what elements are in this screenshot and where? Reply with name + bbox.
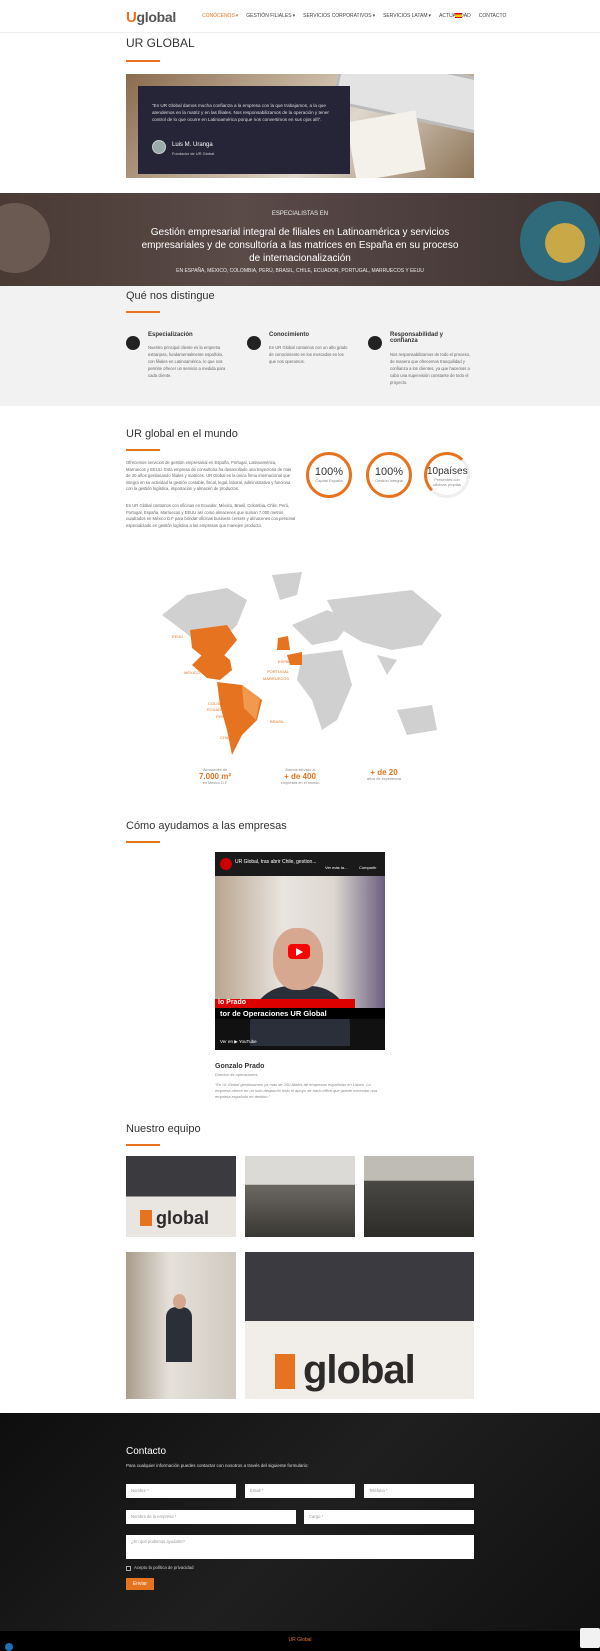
contact-section [0,1413,600,1631]
hero-image: “En UR Global damos mucha confianza a la… [126,74,474,178]
map-label: MÉXICO [184,670,200,675]
map-label: MARRUECOS [263,676,290,681]
name-field[interactable]: Nombre * [126,1484,236,1498]
footer-brand: UR Global [288,1637,312,1643]
chevron-down-icon: ▾ [428,13,432,19]
phone-field[interactable]: Teléfono * [364,1484,474,1498]
map-label: EEUU [172,634,184,639]
world-map [162,572,442,755]
channel-avatar[interactable] [220,858,232,870]
stat-circle-management: 100% Gestión integral [366,452,412,498]
company-field[interactable]: Nombre de la empresa * [126,1510,296,1524]
message-field[interactable]: ¿En qué podemos ayudarte? [126,1535,474,1559]
logo-mark-icon [275,1354,295,1389]
founder-name: Luis M. Uranga [172,142,213,148]
feature-title: Responsabilidad y confianza [390,332,444,344]
share-button[interactable]: Compartir [359,865,377,870]
world-paragraph-2: En UR Global contamos con oficinas en Ec… [126,503,296,528]
feature-title: Conocimiento [269,332,309,338]
team-photo-office-1[interactable] [245,1156,355,1237]
founder-quote-box: “En UR Global damos mucha confianza a la… [138,86,350,174]
contact-title: Contacto [126,1446,167,1457]
map-label: CHILE [220,735,232,740]
world-underline [126,449,160,451]
feature-text: En UR Global contamos con un alto grado … [269,345,348,364]
feature-title: Especialización [148,332,193,338]
person-role: Director de operaciones [215,1072,258,1077]
paper-illustration [346,110,426,178]
position-field[interactable]: Cargo * [304,1510,474,1524]
stat-warehouse: Almacenes de 7.000 m² en México D.F [198,768,232,785]
nav-item-gestion-filiales[interactable]: GESTIÓN FILIALES [246,13,291,19]
video-title[interactable]: UR Global, tras abrir Chile, gestion... [235,859,316,865]
person-name: Gonzalo Prado [215,1063,265,1070]
banner-countries: EN ESPAÑA, MÉXICO, COLOMBIA, PERÚ, BRASI… [176,268,424,274]
globe-icon [247,336,261,350]
team-photo-office-2[interactable] [364,1156,474,1237]
stat-circle-capital: 100% Capital España [306,452,352,498]
watch-later-button[interactable]: Ver más ta... [325,865,347,870]
map-label: BRASIL [270,719,285,724]
help-underline [126,841,160,843]
watch-on-youtube-link[interactable]: Ver en ▶ YouTube [220,1039,257,1045]
chevron-down-icon: ▾ [235,13,239,19]
feature-text: Nos responsabilizamos de todo el proceso… [390,352,471,385]
chevron-down-icon: ▾ [292,13,296,19]
accessibility-icon[interactable] [5,1643,13,1651]
feature-text: Nuestro principal cliente es la empresa … [148,345,226,378]
team-photo-desk[interactable] [126,1252,236,1399]
stat-years: + de 20 años de experiencia [367,768,401,781]
title-underline [126,60,160,62]
email-field[interactable]: Email * [245,1484,355,1498]
video-role-caption: tor de Operaciones UR Global [220,1009,327,1018]
founder-role: Fundador de UR Global [172,151,215,156]
banner-subtitle: ESPECIALISTAS EN [271,211,329,217]
privacy-label: Acepto la política de privacidad [134,1565,194,1570]
distinguish-underline [126,311,160,313]
help-title: Cómo ayudamos a las empresas [126,820,287,832]
site-header: Uglobal CONÓCENOS ▾ GESTIÓN FILIALES ▾ SER… [0,0,600,33]
founder-avatar [152,140,166,154]
person-quote: “En Ur Global gestionamos ya más de 200 … [215,1082,378,1099]
founder-quote-text: “En UR Global damos mucha confianza a la… [152,103,329,122]
site-logo[interactable]: Uglobal [126,9,176,26]
map-label: ECUADOR [207,707,228,712]
privacy-checkbox[interactable] [126,1566,131,1571]
video-name-caption: lo Prado [218,999,247,1006]
distinguish-title: Qué nos distingue [126,290,215,302]
team-photo-group[interactable]: global [245,1252,474,1399]
nav-item-conocenos[interactable]: CONÓCENOS [202,13,235,19]
stat-circle-countries: 10países Presentes con oficinas propias [424,452,470,498]
banner-title: Gestión empresarial integral de filiales… [141,227,459,264]
map-label: PERÚ [216,714,228,719]
team-title: Nuestro equipo [126,1123,201,1135]
page-title: UR GLOBAL [126,36,195,50]
award-icon [126,336,140,350]
team-photo-reception[interactable]: global [126,1156,236,1237]
recaptcha-icon [580,1628,600,1648]
stat-companies: Damos servicio a + de 400 empresas en el m… [280,768,320,785]
play-icon[interactable] [288,944,310,959]
world-paragraph-1: Ofrecemos servicios de gestión empresari… [126,460,292,491]
send-button[interactable]: Enviar [126,1578,154,1590]
logo-mark-icon [140,1210,152,1226]
handshake-icon [368,336,382,350]
team-underline [126,1144,160,1146]
video-player[interactable]: UR Global, tras abrir Chile, gestion... … [215,852,385,1050]
nav-item-servicios-corporativos[interactable]: SERVICIOS CORPORATIVOS [303,13,371,19]
map-label: COLOMBIA [208,701,230,706]
nav-item-contacto[interactable]: CONTACTO [479,13,507,19]
language-flag-icon[interactable] [455,13,462,18]
world-title: UR global en el mundo [126,428,238,440]
nav-item-servicios-latam[interactable]: SERVICIOS LATAM [383,13,427,19]
map-label: ESPAÑA [278,659,294,664]
chevron-down-icon: ▾ [372,13,376,19]
map-label: PORTUGAL [267,669,289,674]
contact-intro: Para cualquier información puedes contac… [126,1463,309,1468]
